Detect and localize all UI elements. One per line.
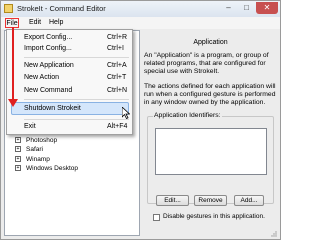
annotation-arrow-head-icon xyxy=(8,99,18,107)
close-button[interactable]: ✕ xyxy=(256,2,278,14)
title-bar[interactable]: StrokeIt - Command Editor – □ ✕ xyxy=(1,1,280,18)
expand-icon[interactable]: + xyxy=(15,146,21,152)
strokeit-app-icon xyxy=(4,4,13,13)
window-title: StrokeIt - Command Editor xyxy=(17,4,106,13)
disable-gestures-label: Disable gestures in this application. xyxy=(163,213,265,220)
identifiers-groupbox: Application Identifiers: xyxy=(147,112,274,204)
menu-item-import-config[interactable]: Import Config... Ctrl+I xyxy=(24,44,129,54)
menu-item-exit[interactable]: Exit Alt+F4 xyxy=(24,122,129,132)
expand-icon[interactable]: + xyxy=(15,137,21,143)
actions-note-line: in any window owned by the application. xyxy=(144,99,266,106)
expand-icon[interactable]: + xyxy=(15,156,21,162)
maximize-button[interactable]: □ xyxy=(238,2,255,14)
menu-separator xyxy=(24,57,129,58)
description-line: special use with StrokeIt. xyxy=(144,68,220,75)
menu-item-new-action[interactable]: New Action Ctrl+T xyxy=(24,73,129,83)
command-editor-window: StrokeIt - Command Editor – □ ✕ File Edi… xyxy=(0,0,281,240)
file-menu-dropdown: Export Config... Ctrl+R Import Config...… xyxy=(6,29,133,135)
menu-help[interactable]: Help xyxy=(47,18,65,28)
annotation-arrow-shaft xyxy=(12,27,14,100)
menu-item-shutdown-strokeit[interactable]: Shutdown Strokeit xyxy=(24,104,129,114)
menu-item-new-command[interactable]: New Command Ctrl+N xyxy=(24,86,129,96)
identifiers-label: Application Identifiers: xyxy=(153,112,222,119)
menu-item-new-application[interactable]: New Application Ctrl+A xyxy=(24,61,129,71)
menu-edit[interactable]: Edit xyxy=(27,18,43,28)
actions-note-line: The actions defined for each application… xyxy=(144,83,276,90)
panel-heading: Application xyxy=(193,39,228,46)
minimize-button[interactable]: – xyxy=(220,2,237,14)
edit-button[interactable]: Edit... xyxy=(156,195,189,206)
tree-item-label: Safari xyxy=(26,146,43,153)
application-details-panel: Application An "Application" is a progra… xyxy=(144,30,277,236)
menu-separator xyxy=(24,99,129,100)
tree-item-label: Windows Desktop xyxy=(26,165,79,172)
identifiers-list[interactable] xyxy=(155,128,267,175)
tree-item-label: Winamp xyxy=(26,156,50,163)
menu-bar: File Edit Help xyxy=(1,17,280,29)
menu-item-export-config[interactable]: Export Config... Ctrl+R xyxy=(24,33,129,43)
description-line: An "Application" is a program, or group … xyxy=(144,52,269,59)
resize-grip-icon[interactable] xyxy=(269,229,277,237)
mouse-pointer-icon xyxy=(122,107,130,119)
menu-separator xyxy=(24,119,129,120)
tree-item-label: Photoshop xyxy=(26,137,58,144)
disable-gestures-checkbox[interactable] xyxy=(153,214,160,221)
actions-note-line: run when a configured gesture is perform… xyxy=(144,91,276,98)
expand-icon[interactable]: + xyxy=(15,165,21,171)
remove-button[interactable]: Remove xyxy=(194,195,227,206)
description-line: related programs, that are configured fo… xyxy=(144,60,266,67)
add-button[interactable]: Add... xyxy=(234,195,264,206)
